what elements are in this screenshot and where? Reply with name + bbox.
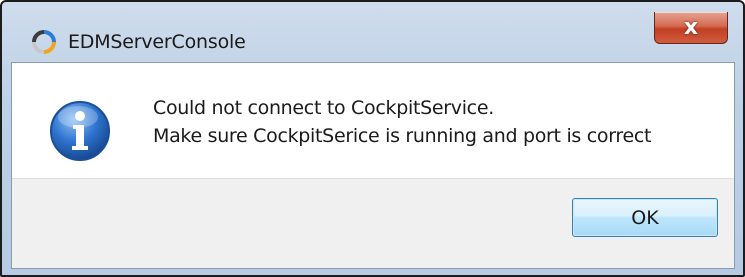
button-area: OK [12, 178, 734, 268]
window-title: EDMServerConsole [68, 31, 246, 53]
dialog-window: EDMServerConsole x Could not connect to … [0, 0, 745, 277]
ok-button[interactable]: OK [572, 198, 718, 237]
message-area: Could not connect to CockpitService. Mak… [12, 63, 734, 178]
message-line-2: Make sure CockpitSerice is running and p… [153, 125, 652, 147]
title-bar[interactable]: EDMServerConsole x [2, 2, 743, 60]
info-icon [48, 99, 112, 163]
edm-app-icon [32, 30, 56, 54]
close-button[interactable]: x [654, 12, 728, 44]
message-line-1: Could not connect to CockpitService. [153, 97, 494, 119]
close-icon: x [683, 14, 699, 40]
dialog-content: Could not connect to CockpitService. Mak… [11, 62, 735, 269]
